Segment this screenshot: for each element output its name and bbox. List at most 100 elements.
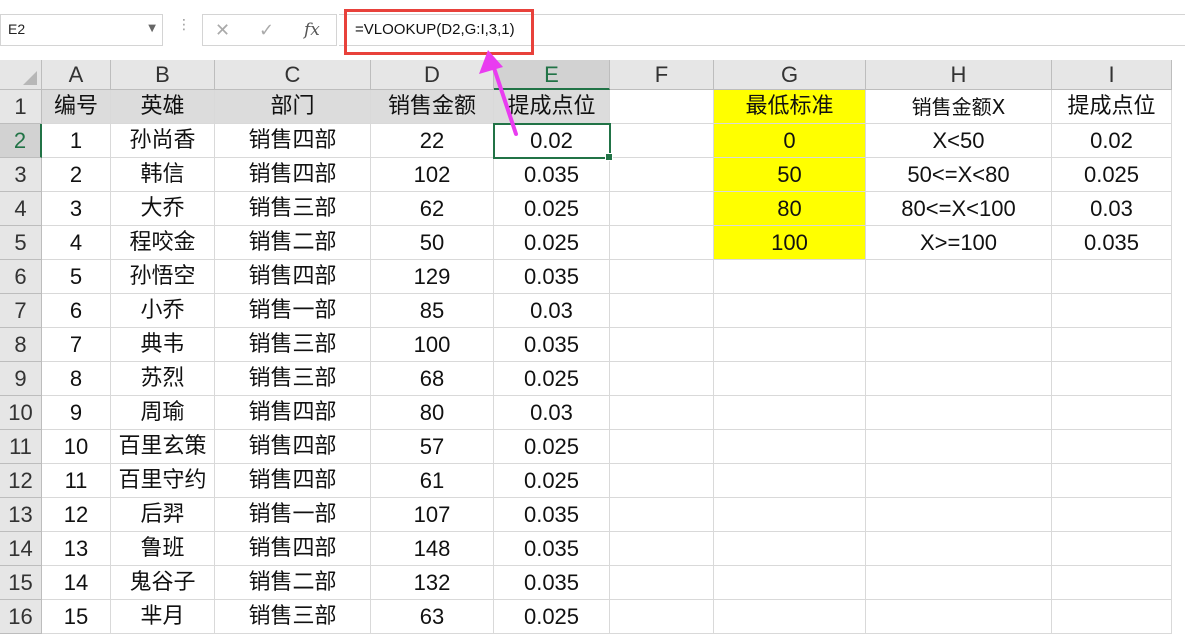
- cell-h1[interactable]: 销售金额X: [866, 90, 1052, 124]
- cell-b7[interactable]: 小乔: [111, 294, 215, 328]
- cell-c15[interactable]: 销售二部: [215, 566, 371, 600]
- name-box[interactable]: E2 ▼: [0, 14, 163, 46]
- cell-h3[interactable]: 50<=X<80: [866, 158, 1052, 192]
- cell-h16[interactable]: [866, 600, 1052, 634]
- cell-b3[interactable]: 韩信: [111, 158, 215, 192]
- cell-e14[interactable]: 0.035: [494, 532, 610, 566]
- cell-g14[interactable]: [714, 532, 866, 566]
- cell-i15[interactable]: [1052, 566, 1172, 600]
- cell-c13[interactable]: 销售一部: [215, 498, 371, 532]
- column-header-h[interactable]: H: [866, 60, 1052, 90]
- cell-d7[interactable]: 85: [371, 294, 494, 328]
- cell-g1[interactable]: 最低标准: [714, 90, 866, 124]
- cell-f5[interactable]: [610, 226, 714, 260]
- row-header-11[interactable]: 11: [0, 430, 42, 464]
- cell-e2[interactable]: 0.02: [494, 124, 610, 158]
- cell-g13[interactable]: [714, 498, 866, 532]
- cell-h7[interactable]: [866, 294, 1052, 328]
- cell-g10[interactable]: [714, 396, 866, 430]
- cell-f14[interactable]: [610, 532, 714, 566]
- cell-i16[interactable]: [1052, 600, 1172, 634]
- cell-h12[interactable]: [866, 464, 1052, 498]
- row-header-12[interactable]: 12: [0, 464, 42, 498]
- cell-h6[interactable]: [866, 260, 1052, 294]
- cell-i11[interactable]: [1052, 430, 1172, 464]
- cell-b11[interactable]: 百里玄策: [111, 430, 215, 464]
- row-header-3[interactable]: 3: [0, 158, 42, 192]
- cell-f8[interactable]: [610, 328, 714, 362]
- cell-h5[interactable]: X>=100: [866, 226, 1052, 260]
- cell-h15[interactable]: [866, 566, 1052, 600]
- cell-f13[interactable]: [610, 498, 714, 532]
- cell-d3[interactable]: 102: [371, 158, 494, 192]
- cell-g2[interactable]: 0: [714, 124, 866, 158]
- cell-c8[interactable]: 销售三部: [215, 328, 371, 362]
- row-header-9[interactable]: 9: [0, 362, 42, 396]
- cell-h4[interactable]: 80<=X<100: [866, 192, 1052, 226]
- cell-c16[interactable]: 销售三部: [215, 600, 371, 634]
- cell-i8[interactable]: [1052, 328, 1172, 362]
- cell-a5[interactable]: 4: [42, 226, 111, 260]
- cell-d11[interactable]: 57: [371, 430, 494, 464]
- select-all-button[interactable]: [0, 60, 42, 90]
- cell-d15[interactable]: 132: [371, 566, 494, 600]
- column-header-f[interactable]: F: [610, 60, 714, 90]
- cell-c6[interactable]: 销售四部: [215, 260, 371, 294]
- cell-h10[interactable]: [866, 396, 1052, 430]
- cell-e7[interactable]: 0.03: [494, 294, 610, 328]
- cell-d14[interactable]: 148: [371, 532, 494, 566]
- cell-f10[interactable]: [610, 396, 714, 430]
- cell-e6[interactable]: 0.035: [494, 260, 610, 294]
- cell-g12[interactable]: [714, 464, 866, 498]
- row-header-1[interactable]: 1: [0, 90, 42, 124]
- cell-a14[interactable]: 13: [42, 532, 111, 566]
- cell-b16[interactable]: 芈月: [111, 600, 215, 634]
- cell-h13[interactable]: [866, 498, 1052, 532]
- cell-d1[interactable]: 销售金额: [371, 90, 494, 124]
- cell-c7[interactable]: 销售一部: [215, 294, 371, 328]
- cell-c9[interactable]: 销售三部: [215, 362, 371, 396]
- cell-i12[interactable]: [1052, 464, 1172, 498]
- cell-b1[interactable]: 英雄: [111, 90, 215, 124]
- cell-b2[interactable]: 孙尚香: [111, 124, 215, 158]
- cell-i6[interactable]: [1052, 260, 1172, 294]
- more-options-icon[interactable]: ⋮: [177, 18, 191, 32]
- cell-a2[interactable]: 1: [42, 124, 111, 158]
- cell-c2[interactable]: 销售四部: [215, 124, 371, 158]
- cell-g3[interactable]: 50: [714, 158, 866, 192]
- cell-f1[interactable]: [610, 90, 714, 124]
- cell-d2[interactable]: 22: [371, 124, 494, 158]
- column-header-g[interactable]: G: [714, 60, 866, 90]
- column-header-c[interactable]: C: [215, 60, 371, 90]
- cell-e11[interactable]: 0.025: [494, 430, 610, 464]
- column-header-a[interactable]: A: [42, 60, 111, 90]
- cell-i1[interactable]: 提成点位: [1052, 90, 1172, 124]
- cell-e13[interactable]: 0.035: [494, 498, 610, 532]
- cell-f6[interactable]: [610, 260, 714, 294]
- cell-e10[interactable]: 0.03: [494, 396, 610, 430]
- cell-i3[interactable]: 0.025: [1052, 158, 1172, 192]
- cell-g15[interactable]: [714, 566, 866, 600]
- chevron-down-icon[interactable]: ▼: [148, 23, 156, 34]
- cell-f12[interactable]: [610, 464, 714, 498]
- cell-c12[interactable]: 销售四部: [215, 464, 371, 498]
- cell-a15[interactable]: 14: [42, 566, 111, 600]
- cell-b8[interactable]: 典韦: [111, 328, 215, 362]
- cell-f9[interactable]: [610, 362, 714, 396]
- insert-function-icon[interactable]: fx: [304, 20, 320, 40]
- cell-e3[interactable]: 0.035: [494, 158, 610, 192]
- cell-b15[interactable]: 鬼谷子: [111, 566, 215, 600]
- row-header-6[interactable]: 6: [0, 260, 42, 294]
- column-header-i[interactable]: I: [1052, 60, 1172, 90]
- cell-a16[interactable]: 15: [42, 600, 111, 634]
- cell-f3[interactable]: [610, 158, 714, 192]
- cell-a12[interactable]: 11: [42, 464, 111, 498]
- cell-g11[interactable]: [714, 430, 866, 464]
- cell-g5[interactable]: 100: [714, 226, 866, 260]
- column-header-e[interactable]: E: [494, 60, 610, 90]
- cell-a11[interactable]: 10: [42, 430, 111, 464]
- cell-b10[interactable]: 周瑜: [111, 396, 215, 430]
- cell-i5[interactable]: 0.035: [1052, 226, 1172, 260]
- cell-b14[interactable]: 鲁班: [111, 532, 215, 566]
- cell-e15[interactable]: 0.035: [494, 566, 610, 600]
